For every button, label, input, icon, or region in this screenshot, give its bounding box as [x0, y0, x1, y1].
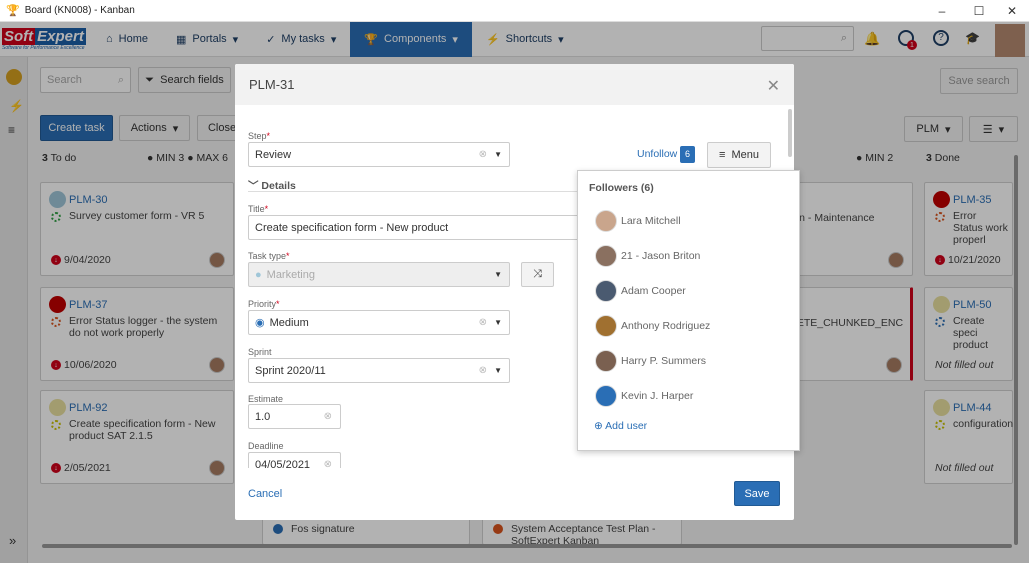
follower-avatar — [595, 280, 617, 302]
plus-circle-icon: ⊕ — [594, 420, 603, 432]
sprint-select[interactable]: Sprint 2020/11 ⊗ ▼ — [248, 358, 510, 383]
window-titlebar: 🏆 Board (KN008) - Kanban – ☐ ✕ — [0, 0, 1029, 22]
close-window-button[interactable]: ✕ — [995, 0, 1029, 22]
follower-item[interactable]: Anthony Rodriguez — [595, 315, 710, 337]
hamburger-icon: ≡ — [719, 149, 726, 161]
maximize-button[interactable]: ☐ — [962, 0, 996, 22]
task-type-select[interactable]: ● Marketing ▼ — [248, 262, 510, 287]
follower-avatar — [595, 350, 617, 372]
shuffle-button[interactable]: ⤨ — [521, 262, 554, 287]
priority-icon: ◉ — [255, 317, 265, 329]
trophy-icon: 🏆 — [6, 5, 20, 17]
save-button[interactable]: Save — [734, 481, 780, 506]
sprint-label: Sprint — [248, 347, 272, 357]
shuffle-icon: ⤨ — [533, 268, 542, 280]
deadline-label: Deadline — [248, 441, 284, 451]
followers-count-badge[interactable]: 6 — [680, 146, 695, 163]
follower-item[interactable]: Adam Cooper — [595, 280, 686, 302]
modal-scrollbar[interactable] — [788, 109, 792, 157]
cancel-link[interactable]: Cancel — [248, 488, 282, 500]
menu-button[interactable]: ≡ Menu — [707, 142, 771, 168]
priority-select[interactable]: ◉ Medium ⊗ ▼ — [248, 310, 510, 335]
follower-item[interactable]: Harry P. Summers — [595, 350, 706, 372]
deadline-input[interactable]: 04/05/2021 ⊗ — [248, 452, 341, 468]
follower-avatar — [595, 245, 617, 267]
follower-avatar — [595, 385, 617, 407]
follower-item[interactable]: Kevin J. Harper — [595, 385, 693, 407]
followers-popover: Followers (6) Lara Mitchell 21 - Jason Br… — [577, 170, 800, 451]
divider — [248, 191, 588, 192]
close-icon[interactable]: ✕ — [767, 76, 780, 96]
window-title: Board (KN008) - Kanban — [24, 5, 135, 16]
follower-item[interactable]: Lara Mitchell — [595, 210, 681, 232]
unfollow-link[interactable]: Unfollow — [637, 148, 677, 160]
followers-title: Followers (6) — [589, 182, 654, 194]
step-select[interactable]: Review ⊗ ▼ — [248, 142, 510, 167]
follower-item[interactable]: 21 - Jason Briton — [595, 245, 700, 267]
add-user-link[interactable]: ⊕ Add user — [594, 420, 647, 432]
minimize-button[interactable]: – — [925, 0, 959, 22]
follower-avatar — [595, 210, 617, 232]
title-input[interactable]: Create specification form - New product — [248, 215, 588, 240]
modal-title: PLM-31 — [235, 64, 794, 105]
estimate-input[interactable]: 1.0 ⊗ — [248, 404, 341, 429]
follower-avatar — [595, 315, 617, 337]
estimate-label: Estimate — [248, 394, 284, 404]
task-type-icon: ● — [255, 268, 262, 281]
